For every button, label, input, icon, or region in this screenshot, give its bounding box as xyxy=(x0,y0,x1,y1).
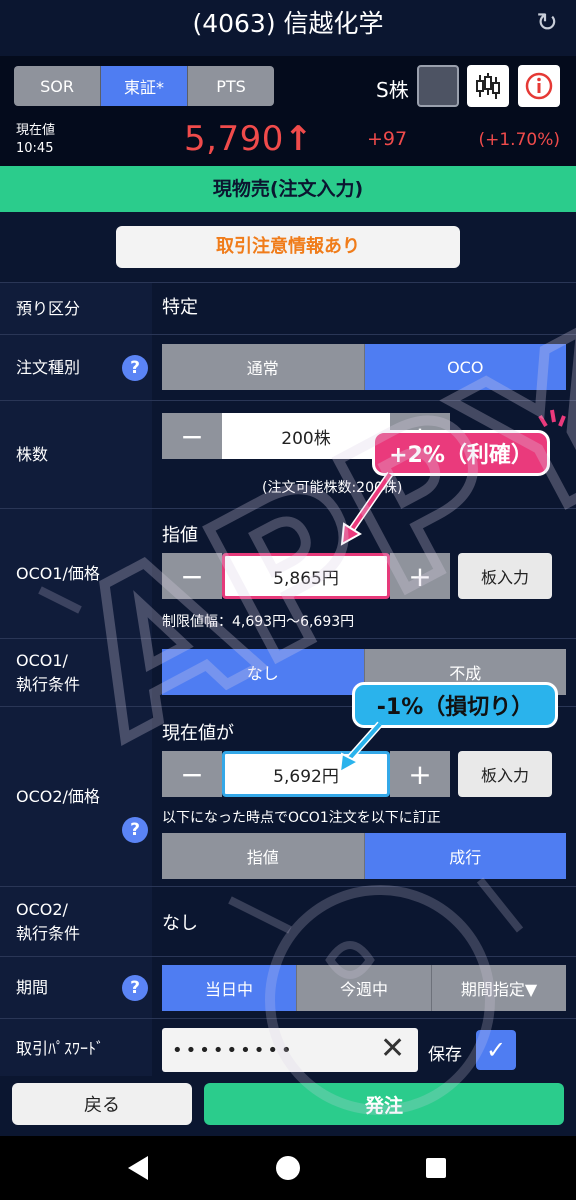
shares-input[interactable]: 200株 xyxy=(222,413,390,459)
oco2-board-input-button[interactable]: 板入力 xyxy=(458,751,552,797)
row-oco1-price: OCO1/価格 指値 − 5,865円 + 板入力 制限値幅：4,693円〜6,… xyxy=(0,508,576,638)
price-change-pct: (+1.70%) xyxy=(478,130,560,150)
oco2-type-market[interactable]: 成行 xyxy=(364,833,566,879)
back-button[interactable]: 戻る xyxy=(12,1083,192,1125)
save-password-checkbox[interactable]: ✓ xyxy=(476,1030,516,1070)
oco1-cond-label-line2: 執行条件 xyxy=(16,674,81,694)
oco1-price-input[interactable]: 5,865円 xyxy=(222,553,390,599)
price-value: 5,790 xyxy=(184,119,284,159)
price-change: +97 xyxy=(367,128,408,150)
period-custom[interactable]: 期間指定▼ xyxy=(432,965,566,1011)
system-nav-bar xyxy=(0,1136,576,1200)
account-label: 預り区分 xyxy=(0,283,152,334)
refresh-icon[interactable]: ↻ xyxy=(534,10,560,36)
blue-pointer-arrow xyxy=(338,721,383,774)
oco1-board-input-button[interactable]: 板入力 xyxy=(458,553,552,599)
row-order-type: 注文種別 ? 通常 OCO xyxy=(0,334,576,400)
shares-label: 株数 xyxy=(0,401,152,508)
current-price: 5,790↑ xyxy=(184,119,313,159)
oco1-plus-button[interactable]: + xyxy=(390,553,450,599)
quote-label: 現在値 10:45 xyxy=(16,122,55,158)
candlestick-icon[interactable] xyxy=(467,65,509,107)
pink-pointer-arrow xyxy=(340,472,393,546)
oco1-price-stepper: − 5,865円 + xyxy=(162,553,450,599)
tab-tosho[interactable]: 東証* xyxy=(101,66,188,106)
row-oco2-condition: OCO2/執行条件 なし xyxy=(0,886,576,956)
oco1-cond-label-line1: OCO1/ xyxy=(16,650,68,670)
tab-sor[interactable]: SOR xyxy=(14,66,101,106)
oco1-price-label: OCO1/価格 xyxy=(0,509,152,638)
place-order-button[interactable]: 発注 xyxy=(204,1083,564,1125)
oco2-note: 以下になった時点でOCO1注文を以下に訂正 xyxy=(162,810,441,826)
quote-time: 10:45 xyxy=(16,141,54,156)
row-period: 期間 ? 当日中 今週中 期間指定▼ xyxy=(0,956,576,1018)
page-title: (4063) 信越化学 ↻ xyxy=(0,0,576,52)
quote-row: 現在値 10:45 5,790↑ +97 (+1.70%) xyxy=(0,116,576,166)
limit-range: 制限値幅：4,693円〜6,693円 xyxy=(162,614,355,630)
oco1-cond-label: OCO1/執行条件 xyxy=(0,639,152,706)
nav-home-icon[interactable] xyxy=(276,1156,300,1180)
order-type-segment: 通常 OCO xyxy=(162,344,566,390)
period-today[interactable]: 当日中 xyxy=(162,965,297,1011)
oco2-type-limit[interactable]: 指値 xyxy=(162,833,365,879)
order-type-normal[interactable]: 通常 xyxy=(162,344,365,390)
oco2-price-label: OCO2/価格 xyxy=(0,707,152,886)
save-password-label: 保存 xyxy=(428,1045,462,1065)
nav-back-icon[interactable] xyxy=(128,1156,148,1180)
oco2-minus-button[interactable]: − xyxy=(162,751,222,797)
account-value: 特定 xyxy=(162,297,198,318)
section-title: 現物売(注文入力) xyxy=(0,166,576,212)
oco2-price-stepper: − 5,692円 + xyxy=(162,751,450,797)
password-label: 取引ﾊﾟｽﾜｰﾄﾞ xyxy=(0,1019,152,1078)
oco2-cond-label-line2: 執行条件 xyxy=(16,923,81,943)
oco1-minus-button[interactable]: − xyxy=(162,553,222,599)
order-type-oco[interactable]: OCO xyxy=(364,344,566,390)
oco2-cond-value: なし xyxy=(162,913,198,934)
account-value-area: 特定 xyxy=(152,283,576,334)
market-bar: SOR 東証* PTS S株 xyxy=(0,56,576,116)
help-icon[interactable]: ? xyxy=(122,355,148,381)
trade-warning-button[interactable]: 取引注意情報あり xyxy=(116,226,460,268)
sparkle-lines xyxy=(538,409,566,428)
oco2-trigger-label: 現在値が xyxy=(162,723,234,744)
row-oco2-price: OCO2/価格 ? 現在値が − 5,692円 + 板入力 以下になった時点でO… xyxy=(0,706,576,886)
oco1-cond-none[interactable]: なし xyxy=(162,649,365,695)
help-icon[interactable]: ? xyxy=(122,817,148,843)
s-kabu-toggle[interactable] xyxy=(417,65,459,107)
oco1-type-label: 指値 xyxy=(162,525,198,546)
clear-icon[interactable]: ✕ xyxy=(380,1034,405,1064)
shares-minus-button[interactable]: − xyxy=(162,413,222,459)
title-text: (4063) 信越化学 xyxy=(192,9,384,38)
period-segment: 当日中 今週中 期間指定▼ xyxy=(162,965,566,1011)
up-arrow-icon: ↑ xyxy=(283,119,313,159)
market-tabs: SOR 東証* PTS xyxy=(14,66,274,106)
tab-pts[interactable]: PTS xyxy=(188,66,274,106)
period-this-week[interactable]: 今週中 xyxy=(297,965,432,1011)
oco2-type-segment: 指値 成行 xyxy=(162,833,566,879)
s-kabu-label: S株 xyxy=(376,78,409,102)
oco2-cond-label-line1: OCO2/ xyxy=(16,899,68,919)
row-account: 預り区分 特定 xyxy=(0,282,576,334)
oco2-cond-label: OCO2/執行条件 xyxy=(0,887,152,956)
nav-recents-icon[interactable] xyxy=(426,1158,446,1178)
current-price-label: 現在値 xyxy=(16,123,56,138)
help-icon[interactable]: ? xyxy=(122,975,148,1001)
info-icon[interactable] xyxy=(518,65,560,107)
